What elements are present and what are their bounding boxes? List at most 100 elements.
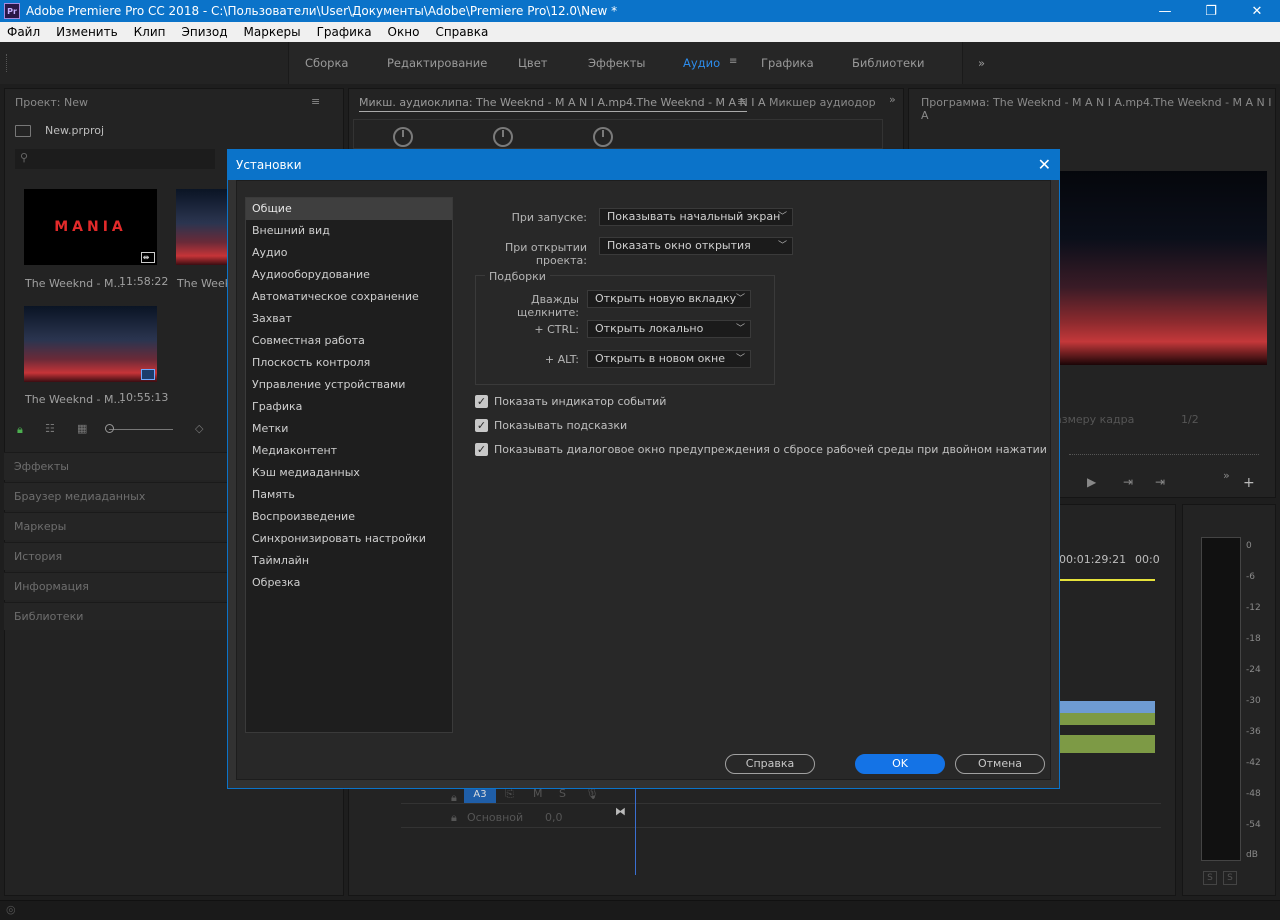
clip-thumbnail-1[interactable]: MANIA ⇹	[24, 189, 157, 265]
category-audio[interactable]: Аудио	[246, 242, 452, 264]
master-volume-value[interactable]: 0,0	[545, 811, 563, 824]
list-view-icon[interactable]: ☷	[45, 422, 55, 435]
help-button[interactable]: Справка	[725, 754, 815, 774]
menu-window[interactable]: Окно	[388, 25, 420, 39]
category-timeline[interactable]: Таймлайн	[246, 550, 452, 572]
go-to-end-icon[interactable]: ⧓	[615, 805, 626, 818]
program-monitor-title[interactable]: Программа: The Weeknd - M A N I A.mp4.Th…	[921, 96, 1275, 122]
zoom-slider[interactable]	[109, 429, 173, 430]
category-sync-settings[interactable]: Синхронизировать настройки	[246, 528, 452, 550]
status-bar: ◎	[0, 900, 1280, 920]
mixer-channels	[353, 119, 883, 149]
more-controls-icon[interactable]: »	[1223, 469, 1230, 482]
category-playback[interactable]: Воспроизведение	[246, 506, 452, 528]
maximize-button[interactable]: ❐	[1188, 0, 1234, 22]
hamburger-menu-icon[interactable]: ≡	[729, 56, 737, 67]
cancel-button[interactable]: Отмена	[955, 754, 1045, 774]
workspace-tab-graphics[interactable]: Графика	[761, 56, 814, 70]
category-general[interactable]: Общие	[246, 198, 452, 220]
solo-left-button[interactable]: S	[1203, 871, 1217, 885]
workspace-tab-editing[interactable]: Редактирование	[387, 56, 487, 70]
close-window-button[interactable]: ✕	[1234, 0, 1280, 22]
workspace-tab-assembly[interactable]: Сборка	[305, 56, 348, 70]
category-trim[interactable]: Обрезка	[246, 572, 452, 594]
search-icon: ⚲	[20, 151, 29, 164]
meter-scale-label: -36	[1246, 727, 1261, 737]
show-tooltips-checkbox[interactable]: ✓	[475, 419, 488, 432]
category-capture[interactable]: Захват	[246, 308, 452, 330]
menu-help[interactable]: Справка	[435, 25, 488, 39]
pan-knob-1[interactable]	[393, 127, 413, 147]
fit-dropdown[interactable]: азмеру кадра	[1055, 413, 1134, 426]
audio-clip-a3[interactable]	[1059, 735, 1155, 753]
category-memory[interactable]: Память	[246, 484, 452, 506]
workspace-tab-color[interactable]: Цвет	[518, 56, 547, 70]
workspace-tab-audio[interactable]: Аудио	[683, 56, 720, 70]
menu-edit[interactable]: Изменить	[56, 25, 118, 39]
more-workspaces-icon[interactable]: »	[978, 56, 985, 70]
work-area-bar[interactable]	[1059, 579, 1155, 581]
add-button[interactable]: +	[1243, 475, 1255, 491]
clip-thumbnail-3[interactable]	[24, 306, 157, 382]
lock-icon[interactable]: 🔒︎	[451, 811, 457, 825]
open-project-dropdown[interactable]: Показать окно открытия ﹀	[599, 237, 793, 255]
category-control-surface[interactable]: Плоскость контроля	[246, 352, 452, 374]
more-panels-icon[interactable]: »	[889, 93, 896, 106]
project-search-input[interactable]: ⚲	[15, 149, 215, 169]
show-events-indicator-row[interactable]: ✓ Показать индикатор событий	[475, 395, 666, 408]
category-media-cache[interactable]: Кэш медиаданных	[246, 462, 452, 484]
audio-clip-mixer-tab[interactable]: Микш. аудиоклипа: The Weeknd - M A N I A…	[359, 96, 766, 109]
pan-knob-2[interactable]	[493, 127, 513, 147]
category-device-control[interactable]: Управление устройствами	[246, 374, 452, 396]
play-button[interactable]: ▶	[1087, 475, 1096, 489]
workspace-tab-effects[interactable]: Эффекты	[588, 56, 646, 70]
alt-label: + ALT:	[544, 353, 579, 366]
show-tooltips-row[interactable]: ✓ Показывать подсказки	[475, 419, 627, 432]
lock-icon[interactable]: 🔒︎	[17, 423, 23, 437]
double-click-dropdown[interactable]: Открыть новую вкладку ﹀	[587, 290, 751, 308]
timeline-timecode-1: 00:01:29:21	[1059, 553, 1127, 566]
show-reset-warning-row[interactable]: ✓ Показывать диалоговое окно предупрежде…	[475, 443, 1047, 456]
menu-markers[interactable]: Маркеры	[244, 25, 301, 39]
menu-sequence[interactable]: Эпизод	[182, 25, 228, 39]
go-to-out-icon[interactable]: ⇥	[1155, 475, 1165, 489]
category-graphics[interactable]: Графика	[246, 396, 452, 418]
icon-view-icon[interactable]: ▦	[77, 422, 87, 435]
audio-clip-a2[interactable]	[1059, 713, 1155, 725]
category-collaboration[interactable]: Совместная работа	[246, 330, 452, 352]
category-media[interactable]: Медиаконтент	[246, 440, 452, 462]
panel-menu-icon[interactable]: ≡	[737, 95, 746, 108]
category-audio-hardware[interactable]: Аудиооборудование	[246, 264, 452, 286]
audio-track-mixer-tab[interactable]: Микшер аудиодор	[769, 96, 876, 109]
sort-icon[interactable]: ◇	[195, 422, 203, 435]
panel-menu-icon[interactable]: ≡	[311, 95, 320, 108]
chevron-down-icon: ﹀	[735, 354, 745, 364]
program-timeline-ruler[interactable]	[1069, 445, 1259, 455]
close-icon[interactable]: ✕	[1038, 150, 1051, 180]
ctrl-dropdown[interactable]: Открыть локально ﹀	[587, 320, 751, 338]
menu-graphics[interactable]: Графика	[317, 25, 372, 39]
sync-lock-icon[interactable]: ⎘	[505, 787, 514, 801]
category-auto-save[interactable]: Автоматическое сохранение	[246, 286, 452, 308]
playhead[interactable]	[635, 775, 636, 875]
resolution-dropdown[interactable]: 1/2	[1181, 413, 1199, 426]
project-panel-title[interactable]: Проект: New	[15, 96, 88, 109]
show-reset-warning-checkbox[interactable]: ✓	[475, 443, 488, 456]
alt-dropdown[interactable]: Открыть в новом окне ﹀	[587, 350, 751, 368]
minimize-button[interactable]: —	[1142, 0, 1188, 22]
show-events-indicator-checkbox[interactable]: ✓	[475, 395, 488, 408]
category-labels[interactable]: Метки	[246, 418, 452, 440]
window-title: Adobe Premiere Pro CC 2018 - C:\Пользова…	[26, 4, 618, 18]
menu-file[interactable]: Файл	[7, 25, 40, 39]
solo-right-button[interactable]: S	[1223, 871, 1237, 885]
zoom-slider-handle[interactable]	[105, 424, 114, 433]
ok-button[interactable]: OK	[855, 754, 945, 774]
step-forward-icon[interactable]: ⇥	[1123, 475, 1133, 489]
pan-knob-3[interactable]	[593, 127, 613, 147]
workspace-tab-libraries[interactable]: Библиотеки	[852, 56, 925, 70]
audio-clip-a1[interactable]	[1059, 701, 1155, 713]
track-a3-target[interactable]: A3	[464, 787, 496, 803]
category-appearance[interactable]: Внешний вид	[246, 220, 452, 242]
startup-dropdown[interactable]: Показывать начальный экран ﹀	[599, 208, 793, 226]
menu-clip[interactable]: Клип	[134, 25, 166, 39]
